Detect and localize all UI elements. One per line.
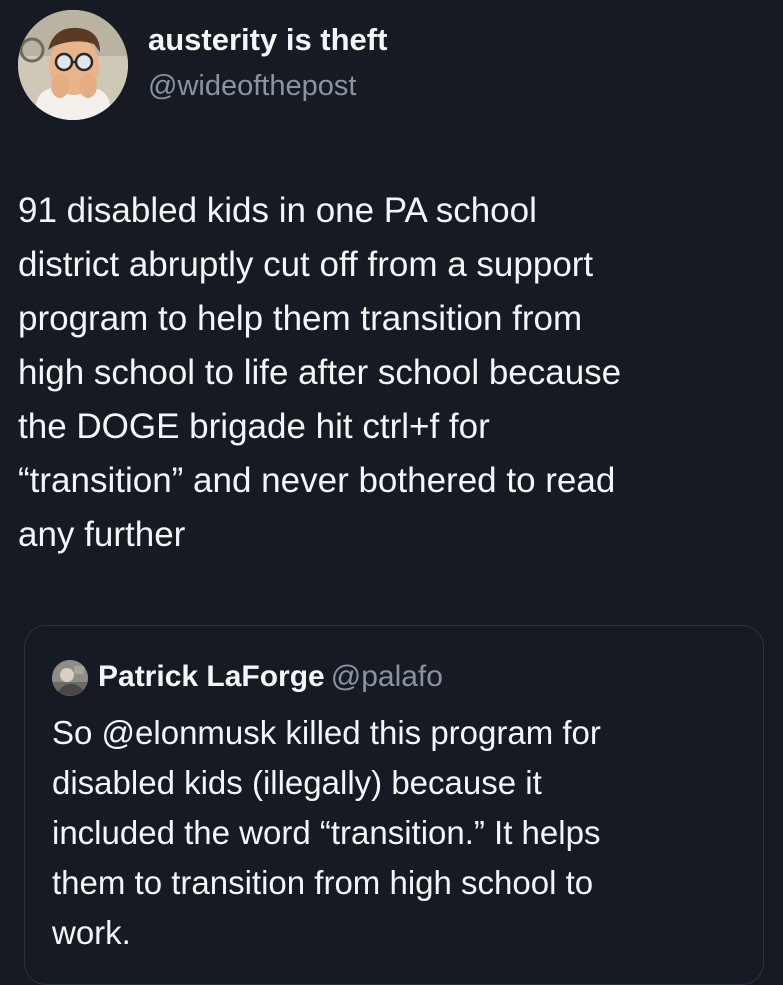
author-avatar[interactable]	[18, 10, 128, 120]
quoted-text-line: included the word “transition.” It helps	[52, 814, 601, 851]
author-name[interactable]: austerity is theft	[148, 20, 387, 60]
cartoon-man-glasses-avatar-icon	[18, 10, 128, 120]
quoted-author-name[interactable]: Patrick LaForge	[98, 660, 325, 693]
tweet-text-line: program to help them transition from	[18, 299, 583, 338]
tweet-text-line: district abruptly cut off from a support	[18, 245, 594, 284]
quoted-tweet-header: Patrick LaForge @palafo	[98, 655, 443, 699]
quoted-text-line: work.	[52, 914, 131, 951]
quoted-text-line: disabled kids (illegally) because it	[52, 764, 542, 801]
tweet-text-line: any further	[18, 515, 186, 554]
tweet-text-line: the DOGE brigade hit ctrl+f for	[18, 407, 490, 446]
quoted-author-avatar[interactable]	[52, 660, 88, 696]
quoted-author-handle[interactable]: @palafo	[331, 660, 443, 693]
quoted-text-line: So @elonmusk killed this program for	[52, 714, 601, 751]
tweet-text-line: “transition” and never bothered to read	[18, 461, 616, 500]
profile-photo-avatar-icon	[52, 660, 88, 696]
tweet-text: 91 disabled kids in one PA school distri…	[18, 184, 778, 562]
tweet-text-line: 91 disabled kids in one PA school	[18, 191, 537, 230]
tweet-text-line: high school to life after school because	[18, 353, 622, 392]
author-handle[interactable]: @wideofthepost	[148, 66, 356, 106]
quoted-tweet-text: So @elonmusk killed this program for dis…	[52, 708, 762, 958]
quoted-text-line: them to transition from high school to	[52, 864, 594, 901]
